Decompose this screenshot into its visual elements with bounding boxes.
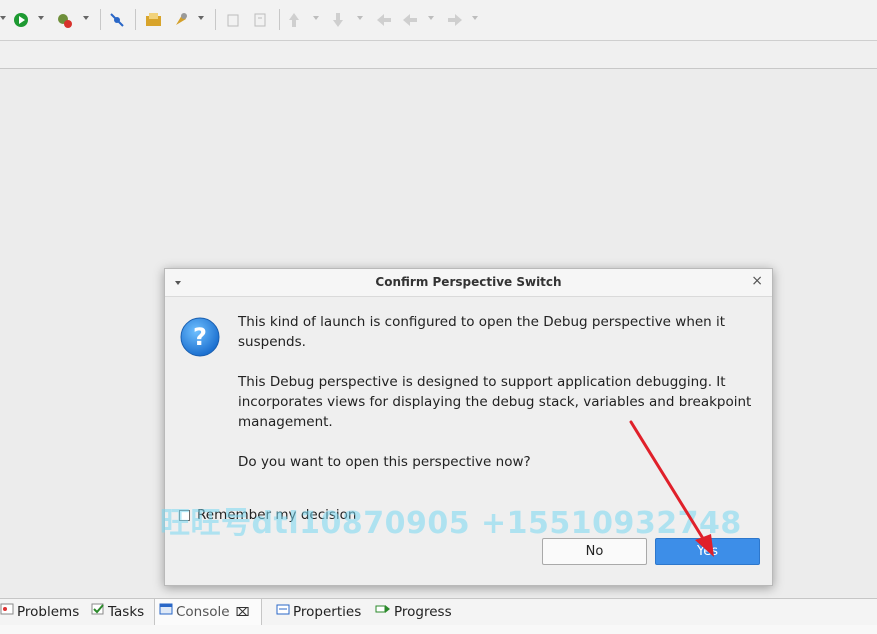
dialog-titlebar: Confirm Perspective Switch × (165, 269, 772, 297)
run-icon[interactable] (12, 9, 30, 31)
tab-label: Console (176, 604, 230, 620)
problems-icon (0, 599, 14, 625)
tab-label: Problems (17, 604, 80, 620)
tab-label: Properties (293, 604, 362, 620)
dialog-message-description: This Debug perspective is designed to su… (238, 374, 752, 430)
run-dropdown-icon[interactable] (38, 16, 44, 20)
copy-icon (225, 9, 241, 31)
toolbar-overflow-icon[interactable] (0, 9, 6, 31)
svg-text:?: ? (193, 323, 207, 351)
debug-dropdown-icon[interactable] (83, 16, 89, 20)
tab-tasks[interactable]: Tasks (91, 599, 144, 625)
forward-dropdown-icon (472, 16, 478, 20)
bottom-view-tabs: Problems Tasks Console ⌧ Properties Progr… (0, 598, 877, 625)
watermark-text: 旺旺号dtl10870905 +15510932748 (160, 506, 742, 541)
yes-button[interactable]: Yes (655, 538, 760, 565)
next-annotation-icon (287, 9, 301, 31)
tab-progress[interactable]: Progress (375, 599, 452, 625)
dialog-message-launch: This kind of launch is configured to ope… (238, 314, 726, 350)
back-icon (401, 9, 419, 31)
question-icon: ? (180, 317, 220, 357)
tab-label: Tasks (108, 604, 145, 620)
skip-breakpoints-icon[interactable] (108, 9, 126, 31)
progress-icon (375, 599, 391, 625)
close-icon[interactable]: × (751, 274, 763, 288)
tasks-icon (91, 599, 105, 625)
no-button[interactable]: No (542, 538, 647, 565)
next-annotation-dropdown-icon (313, 16, 319, 20)
close-tab-icon[interactable]: ⌧ (236, 605, 250, 619)
perspective-bar (0, 41, 877, 69)
debug-icon[interactable] (55, 9, 75, 31)
open-file-icon[interactable] (144, 9, 164, 31)
console-content (0, 625, 877, 634)
tab-label: Progress (394, 604, 452, 620)
previous-annotation-dropdown-icon (357, 16, 363, 20)
pin-dropdown-icon[interactable] (198, 16, 204, 20)
dialog-question: Do you want to open this perspective now… (238, 454, 531, 470)
dialog-title: Confirm Perspective Switch (375, 275, 562, 289)
properties-icon (276, 599, 290, 625)
tab-problems[interactable]: Problems (0, 599, 79, 625)
previous-annotation-icon (331, 9, 345, 31)
last-edit-icon (375, 9, 393, 31)
tab-properties[interactable]: Properties (276, 599, 361, 625)
main-toolbar (0, 0, 877, 41)
forward-icon (446, 9, 464, 31)
back-dropdown-icon (428, 16, 434, 20)
console-icon (159, 599, 173, 625)
pin-icon[interactable] (172, 9, 190, 31)
tab-console[interactable]: Console ⌧ (154, 599, 263, 625)
paste-icon (252, 9, 268, 31)
